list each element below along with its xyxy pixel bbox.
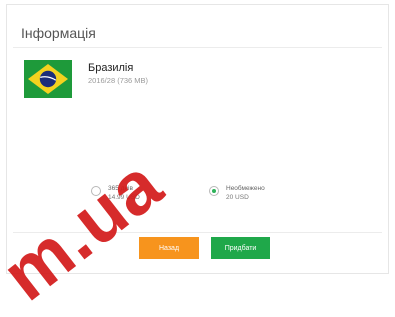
plan-price: 14.99 USD: [108, 194, 140, 201]
back-button[interactable]: Назад: [139, 237, 199, 259]
plan-option-365-days[interactable]: 365 днів 14.99 USD: [91, 184, 140, 202]
plan-option-unlimited[interactable]: Необмежено 20 USD: [209, 184, 265, 202]
info-dialog: Інформація Бразилія 2016/28 (736 MB) 365…: [6, 4, 389, 274]
radio-button[interactable]: [91, 186, 101, 196]
plan-duration: Необмежено: [226, 185, 265, 192]
plan-price: 20 USD: [226, 194, 249, 201]
buy-button[interactable]: Придбати: [211, 237, 270, 259]
country-subtitle: 2016/28 (736 MB): [88, 76, 149, 85]
title-divider: [13, 47, 382, 48]
footer-divider: [13, 232, 382, 233]
dialog-title: Інформація: [21, 25, 96, 41]
country-name: Бразилія: [88, 62, 134, 74]
plan-duration: 365 днів: [108, 185, 133, 192]
brazil-flag-icon: [24, 60, 72, 98]
radio-button-checked[interactable]: [209, 186, 219, 196]
